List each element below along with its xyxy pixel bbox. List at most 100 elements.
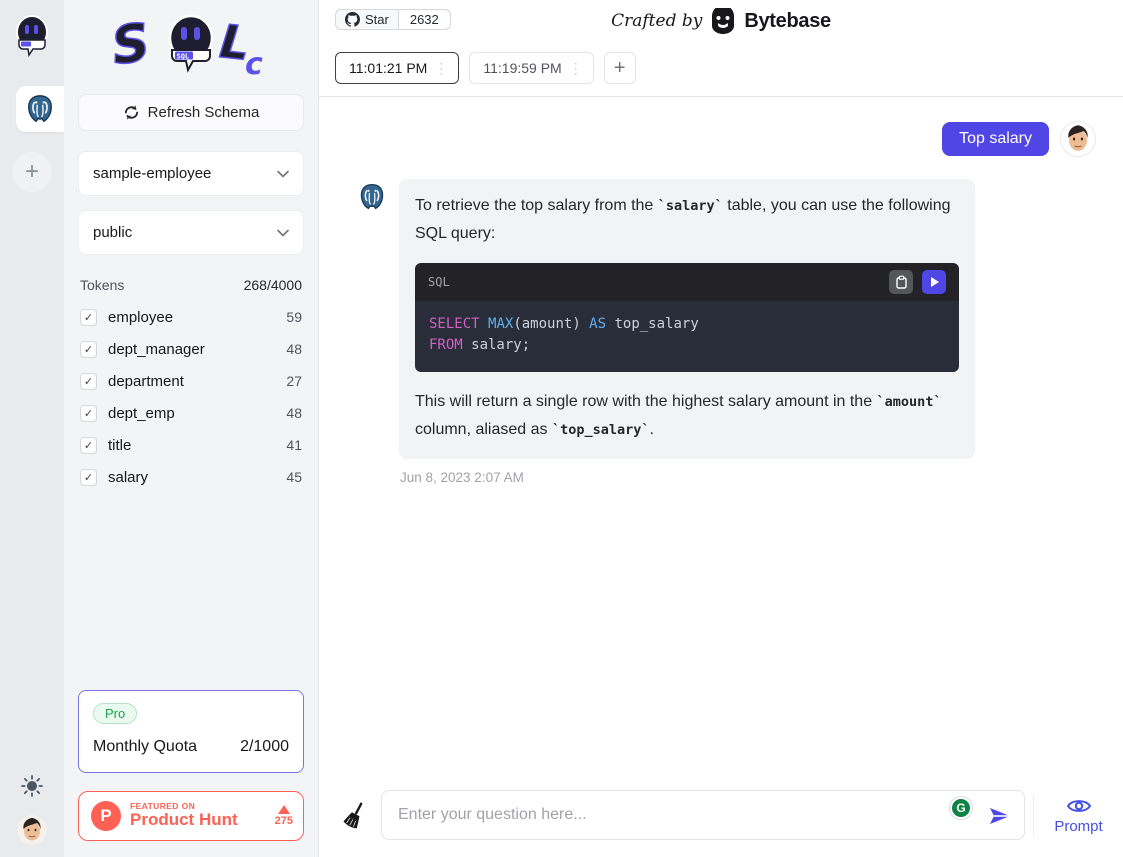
table-row: ✓ dept_manager 48 <box>78 335 304 363</box>
code-block-header: SQL <box>415 263 959 301</box>
user-message-row: Top salary <box>357 121 1096 157</box>
question-input[interactable] <box>382 791 1024 839</box>
table-token-count: 27 <box>286 373 302 389</box>
table-token-count: 59 <box>286 309 302 325</box>
product-hunt-logo: P <box>91 801 121 831</box>
inline-code-top-salary: `top_salary` <box>552 422 650 438</box>
send-button[interactable] <box>988 804 1012 828</box>
copy-code-button[interactable] <box>889 270 913 294</box>
user-avatar <box>1060 121 1096 157</box>
table-checkbox[interactable]: ✓ <box>80 469 97 486</box>
prompt-label: Prompt <box>1054 818 1102 835</box>
message-timestamp: Jun 8, 2023 2:07 AM <box>399 470 975 485</box>
sql-code[interactable]: SELECT MAX(amount) AS top_salary FROM sa… <box>415 301 959 372</box>
sidebar-spacer <box>78 491 304 690</box>
refresh-schema-button[interactable]: Refresh Schema <box>78 94 304 131</box>
postgresql-icon <box>24 93 56 125</box>
table-row: ✓ employee 59 <box>78 303 304 331</box>
connection-postgres[interactable] <box>16 86 64 132</box>
upvote-count: 275 <box>275 805 293 827</box>
top-header: Star 2632 Crafted by Bytebase <box>319 0 1123 42</box>
upvote-number: 275 <box>275 815 293 827</box>
github-icon <box>345 12 360 27</box>
svg-text:SQL: SQL <box>177 53 190 61</box>
quota-card: Pro Monthly Quota 2/1000 <box>78 690 304 773</box>
refresh-icon <box>123 104 140 121</box>
clear-conversation-broom-icon[interactable] <box>337 795 373 835</box>
assistant-paragraph-1: To retrieve the top salary from the `sal… <box>415 192 959 248</box>
question-input-container: G <box>381 790 1025 840</box>
table-list: ✓ employee 59 ✓ dept_manager 48 ✓ depart… <box>78 303 304 491</box>
table-checkbox[interactable]: ✓ <box>80 341 97 358</box>
prompt-button[interactable]: Prompt <box>1033 794 1123 837</box>
chat-area[interactable]: Top salary <box>319 97 1123 790</box>
inline-code-salary: `salary` <box>658 198 723 214</box>
chevron-down-icon <box>277 229 289 237</box>
add-connection-button[interactable]: + <box>12 152 52 192</box>
crafted-by-brand[interactable]: Crafted by Bytebase <box>611 8 831 34</box>
assistant-postgres-avatar <box>357 181 387 213</box>
table-checkbox[interactable]: ✓ <box>80 309 97 326</box>
clipboard-icon <box>895 275 908 289</box>
run-query-button[interactable] <box>922 270 946 294</box>
assistant-paragraph-2: This will return a single row with the h… <box>415 388 959 444</box>
sqlchat-logo: S SQL L c <box>78 8 304 94</box>
tab-menu-kebab-icon[interactable]: ⋮ <box>434 60 448 77</box>
table-name: department <box>108 373 286 390</box>
main-panel: Star 2632 Crafted by Bytebase 11:01:21 P… <box>319 0 1123 857</box>
assistant-message-bubble: To retrieve the top salary from the `sal… <box>399 179 975 459</box>
table-row: ✓ dept_emp 48 <box>78 399 304 427</box>
github-star-button[interactable]: Star 2632 <box>335 9 451 30</box>
code-language-label: SQL <box>428 268 889 296</box>
pro-badge: Pro <box>93 703 137 724</box>
eye-icon <box>1066 796 1092 816</box>
table-token-count: 48 <box>286 405 302 421</box>
table-token-count: 41 <box>286 437 302 453</box>
tokens-summary: Tokens 268/4000 <box>78 269 304 303</box>
tab-conversation-active[interactable]: 11:01:21 PM ⋮ <box>335 52 459 84</box>
schema-select[interactable]: public <box>78 210 304 255</box>
svg-text:c: c <box>245 47 263 82</box>
inline-code-amount: `amount` <box>877 394 942 410</box>
bytebase-brand-name: Bytebase <box>744 10 831 33</box>
user-account-avatar[interactable] <box>17 815 47 845</box>
table-name: salary <box>108 469 286 486</box>
github-star-count: 2632 <box>399 9 451 30</box>
tab-menu-kebab-icon[interactable]: ⋮ <box>569 60 583 77</box>
conversation-tabs: 11:01:21 PM ⋮ 11:19:59 PM ⋮ + <box>319 42 1123 97</box>
table-name: employee <box>108 309 286 326</box>
chevron-down-icon <box>277 170 289 178</box>
table-name: dept_manager <box>108 341 286 358</box>
svg-text:S: S <box>111 13 153 78</box>
tab-conversation[interactable]: 11:19:59 PM ⋮ <box>469 52 593 84</box>
product-hunt-label: Product Hunt <box>130 811 266 830</box>
sqlchat-bot-icon[interactable] <box>12 14 52 58</box>
upvote-triangle-icon <box>278 805 290 814</box>
new-conversation-button[interactable]: + <box>604 52 636 84</box>
assistant-message-row: To retrieve the top salary from the `sal… <box>357 179 1096 485</box>
table-row: ✓ department 27 <box>78 367 304 395</box>
send-arrow-icon <box>988 804 1012 828</box>
sql-code-block: SQL <box>415 263 959 372</box>
table-checkbox[interactable]: ✓ <box>80 373 97 390</box>
refresh-schema-label: Refresh Schema <box>148 104 260 121</box>
monthly-quota-label: Monthly Quota <box>93 738 197 756</box>
play-icon <box>931 277 939 287</box>
bytebase-logo-icon <box>710 8 736 34</box>
sqlchat-app: + <box>0 0 1123 857</box>
table-name: dept_emp <box>108 405 286 422</box>
table-checkbox[interactable]: ✓ <box>80 405 97 422</box>
database-select[interactable]: sample-employee <box>78 151 304 196</box>
schema-select-value: public <box>93 224 132 241</box>
github-star-label: Star <box>365 12 389 27</box>
table-checkbox[interactable]: ✓ <box>80 437 97 454</box>
product-hunt-badge[interactable]: P FEATURED ON Product Hunt 275 <box>78 791 304 841</box>
grammarly-icon[interactable]: G <box>950 797 972 819</box>
tokens-label: Tokens <box>80 277 124 293</box>
left-rail: + <box>0 0 64 857</box>
user-message-bubble: Top salary <box>942 122 1049 156</box>
composer-bar: G Prompt <box>319 790 1123 857</box>
theme-toggle-sun-icon[interactable] <box>21 775 43 797</box>
sidebar: S SQL L c <box>64 0 319 857</box>
table-row: ✓ salary 45 <box>78 463 304 491</box>
